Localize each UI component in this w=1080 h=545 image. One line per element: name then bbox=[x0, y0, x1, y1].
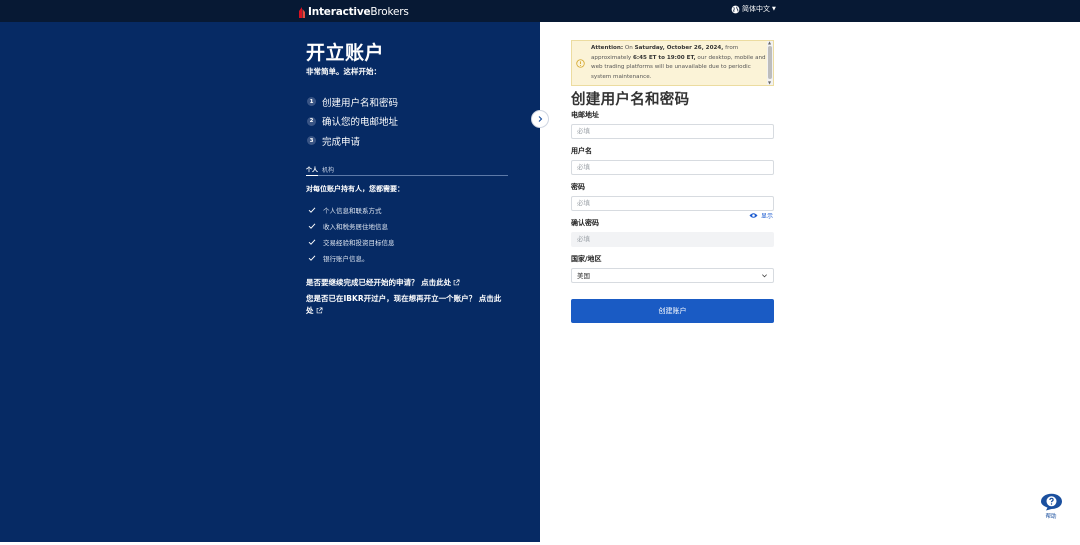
email-field[interactable] bbox=[571, 124, 774, 139]
account-type-tabs: 个人 机构 bbox=[306, 165, 508, 176]
caret-down-icon: ▼ bbox=[772, 6, 776, 12]
continue-application-link-label: 点击此处 bbox=[421, 278, 452, 287]
confirm-password-label: 确认密码 bbox=[571, 219, 599, 227]
show-password-label: 显示 bbox=[761, 213, 774, 220]
chevron-right-icon bbox=[538, 116, 543, 122]
password-label: 密码 bbox=[571, 183, 585, 191]
additional-account-text: 您是否已在IBKR开过户，现在想再开立一个账户？ bbox=[306, 294, 477, 303]
step-label: 确认您的电邮地址 bbox=[322, 117, 399, 129]
list-item: 个人信息和联系方式 bbox=[308, 202, 395, 218]
external-link-icon bbox=[316, 307, 322, 314]
country-value: 美国 bbox=[577, 272, 590, 280]
top-bar: InteractiveBrokers 简体中文 ▼ bbox=[0, 0, 1080, 22]
country-select[interactable]: 美国 bbox=[571, 268, 774, 283]
page-title: 开立账户 bbox=[306, 42, 385, 64]
step-item: 2 确认您的电邮地址 bbox=[307, 112, 398, 132]
interactive-brokers-logo[interactable]: InteractiveBrokers bbox=[298, 5, 409, 19]
step-item: 1 创建用户名和密码 bbox=[307, 92, 398, 112]
continue-application-text: 是否要继续完成已经开始的申请？ bbox=[306, 278, 419, 287]
requirements-list: 个人信息和联系方式 收入和税务居住地信息 交易经验和投资目标信息 银行账户信息。 bbox=[308, 202, 395, 266]
requirement-label: 银行账户信息。 bbox=[323, 255, 369, 263]
chevron-down-icon bbox=[762, 274, 767, 278]
password-field[interactable] bbox=[571, 196, 774, 211]
warning-icon bbox=[576, 59, 585, 68]
step-number: 1 bbox=[307, 97, 316, 107]
username-label: 用户名 bbox=[571, 147, 592, 155]
checkmark-icon bbox=[308, 239, 316, 245]
language-selector[interactable]: 简体中文 ▼ bbox=[731, 4, 776, 14]
show-password-toggle[interactable]: 显示 bbox=[749, 211, 773, 220]
step-label: 创建用户名和密码 bbox=[322, 97, 399, 109]
eye-icon bbox=[749, 213, 758, 218]
create-account-button[interactable]: 创建账户 bbox=[571, 299, 774, 323]
checkmark-icon bbox=[308, 207, 316, 213]
scroll-up-icon[interactable]: ▲ bbox=[768, 41, 771, 45]
account-info-panel: 开立账户 非常简单。这样开始： 1 创建用户名和密码 2 确认您的电邮地址 3 … bbox=[0, 22, 540, 542]
notice-text: Attention: On Saturday, October 26, 2024… bbox=[591, 45, 766, 81]
help-widget[interactable]: 帮助 bbox=[1039, 493, 1063, 520]
globe-icon bbox=[731, 5, 740, 13]
list-item: 银行账户信息。 bbox=[308, 250, 395, 266]
external-link-icon bbox=[453, 279, 460, 286]
step-label: 完成申请 bbox=[322, 136, 361, 148]
checkmark-icon bbox=[308, 223, 316, 229]
continue-application-link[interactable]: 点击此处 bbox=[421, 278, 460, 287]
maintenance-notice: Attention: On Saturday, October 26, 2024… bbox=[571, 40, 774, 86]
list-item: 交易经验和投资目标信息 bbox=[308, 234, 395, 250]
confirm-password-field[interactable] bbox=[571, 232, 774, 247]
steps-list: 1 创建用户名和密码 2 确认您的电邮地址 3 完成申请 bbox=[307, 92, 398, 151]
additional-account-prompt: 您是否已在IBKR开过户，现在想再开立一个账户？ 点击此处 bbox=[306, 293, 506, 317]
list-item: 收入和税务居住地信息 bbox=[308, 218, 395, 234]
tab-individual[interactable]: 个人 bbox=[306, 165, 319, 176]
help-label: 帮助 bbox=[1045, 514, 1057, 520]
step-number: 3 bbox=[307, 136, 316, 146]
step-item: 3 完成申请 bbox=[307, 131, 398, 151]
country-label: 国家/地区 bbox=[571, 255, 602, 263]
ib-logo-icon bbox=[299, 6, 305, 18]
checkmark-icon bbox=[308, 255, 316, 261]
help-chat-icon bbox=[1040, 493, 1062, 511]
tab-institution[interactable]: 机构 bbox=[322, 165, 334, 176]
email-label: 电邮地址 bbox=[571, 111, 599, 119]
requirements-heading: 对每位账户持有人，您都需要： bbox=[306, 185, 404, 193]
collapse-panel-button[interactable] bbox=[531, 110, 549, 128]
scrollbar-thumb[interactable] bbox=[768, 46, 772, 79]
scroll-down-icon[interactable]: ▼ bbox=[768, 81, 771, 85]
requirement-label: 收入和税务居住地信息 bbox=[323, 223, 388, 231]
continue-application-prompt: 是否要继续完成已经开始的申请？ 点击此处 bbox=[306, 277, 516, 289]
step-number: 2 bbox=[307, 116, 316, 126]
logo-text: InteractiveBrokers bbox=[308, 6, 409, 18]
form-title: 创建用户名和密码 bbox=[571, 92, 690, 108]
requirement-label: 交易经验和投资目标信息 bbox=[323, 239, 395, 247]
language-label: 简体中文 bbox=[742, 5, 770, 13]
username-field[interactable] bbox=[571, 160, 774, 175]
requirement-label: 个人信息和联系方式 bbox=[323, 207, 382, 215]
notice-scrollbar[interactable]: ▲ ▼ bbox=[767, 41, 773, 85]
page-subtitle: 非常简单。这样开始： bbox=[306, 67, 381, 76]
